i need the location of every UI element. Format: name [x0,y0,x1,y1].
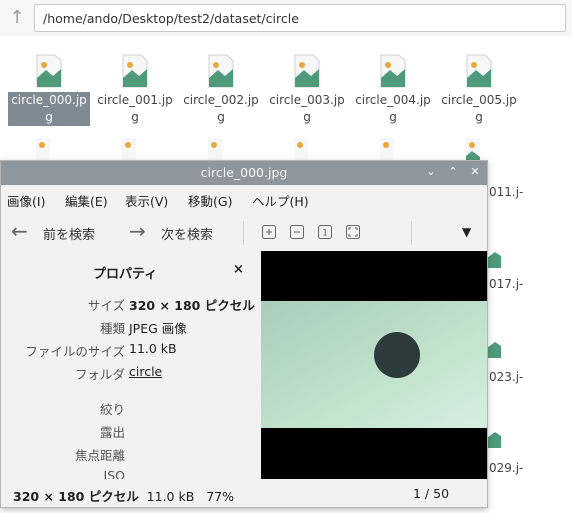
zoom-out-icon[interactable] [289,224,305,240]
prop-key: サイズ [87,298,125,313]
prop-key: 露出 [99,425,125,440]
toolbar-separator [411,221,412,245]
properties-panel: プロパティ × サイズ 320 × 180 ピクセル 種類 JPEG 画像 ファ… [1,251,261,479]
prop-key: 種類 [99,321,125,336]
image-file-icon [466,138,480,162]
file-name: circle_000.jpg [8,92,90,126]
close-icon[interactable]: ✕ [467,164,483,180]
file-item[interactable]: circle_002.jpg [178,44,262,124]
menu-image[interactable]: 画像(I) [7,191,45,210]
next-arrow-icon[interactable]: → [129,219,146,243]
status-zoom: 77% [206,489,235,504]
menu-edit[interactable]: 編集(E) [65,191,108,210]
image-file-icon [36,54,62,88]
path-input[interactable] [34,4,566,32]
status-info: 320 × 180 ピクセル 11.0 kB 77% [13,486,234,505]
close-properties-icon[interactable]: × [233,262,244,277]
file-name-partial: 011.j- [489,185,524,199]
file-name: circle_003.jpg [269,93,345,124]
minimize-icon[interactable]: ⌄ [423,164,439,180]
prop-key: 焦点距離 [74,448,125,463]
prop-value: 320 × 180 ピクセル [129,298,255,313]
image-file-icon [487,342,501,358]
prev-arrow-icon[interactable]: ← [11,219,28,243]
file-item[interactable]: circle_004.jpg [350,44,434,124]
prop-key: フォルダ [74,367,125,382]
toolbar-menu-icon[interactable]: ▼ [462,225,471,239]
title-bar[interactable]: circle_000.jpg ⌄ ⌃ ✕ [1,161,487,185]
image-file-icon [487,252,501,268]
image-file-icon [466,54,492,88]
menu-bar: 画像(I) 編集(E) 表示(V) 移動(G) ヘルプ(H) [1,185,487,213]
circle-shape [374,332,420,378]
prop-key: ファイルのサイズ [25,344,125,359]
file-name-partial: 023.j- [489,370,524,384]
file-name: circle_004.jpg [355,93,431,124]
next-button[interactable]: 次を検索 [161,224,213,243]
file-name: circle_001.jpg [97,93,173,124]
image-file-icon [294,54,320,88]
displayed-image [261,251,487,479]
image-file-icon [36,138,50,162]
image-file-icon [208,54,234,88]
prop-key: ISO [103,468,125,479]
file-item[interactable]: circle_000.jpg [6,44,90,126]
menu-view[interactable]: 表示(V) [125,191,168,210]
folder-link[interactable]: circle [129,364,162,379]
menu-help[interactable]: ヘルプ(H) [252,191,309,210]
file-item[interactable]: circle_005.jpg [436,44,520,124]
status-dimensions: 320 × 180 ピクセル [13,489,139,504]
prop-key: 絞り [99,402,125,417]
window-title: circle_000.jpg [200,165,288,180]
zoom-in-icon[interactable] [261,224,277,240]
image-file-icon [122,54,148,88]
prop-value: 11.0 kB [129,341,177,356]
image-canvas[interactable] [261,251,487,479]
toolbar-separator [243,221,244,245]
prop-value: JPEG 画像 [129,321,187,336]
zoom-fit-icon[interactable] [345,224,361,240]
file-name: circle_002.jpg [183,93,259,124]
prev-button[interactable]: 前を検索 [43,224,95,243]
location-bar: ↑ [0,0,572,36]
menu-go[interactable]: 移動(G) [188,191,232,210]
image-file-icon [380,54,406,88]
image-file-icon [294,138,308,162]
image-file-icon [122,138,136,162]
up-arrow-icon[interactable]: ↑ [6,8,28,30]
image-file-icon [487,432,501,448]
file-name: circle_005.jpg [441,93,517,124]
svg-text:1: 1 [322,229,328,239]
file-name-partial: 017.j- [489,277,524,291]
image-file-icon [208,138,222,162]
image-file-icon [380,138,394,162]
properties-title: プロパティ [93,267,158,282]
status-bar: 320 × 180 ピクセル 11.0 kB 77% 1 / 50 [1,479,487,507]
status-size: 11.0 kB [146,489,195,504]
maximize-icon[interactable]: ⌃ [445,164,461,180]
image-viewer-window: circle_000.jpg ⌄ ⌃ ✕ 画像(I) 編集(E) 表示(V) 移… [0,160,488,508]
status-position: 1 / 50 [413,486,450,501]
file-item[interactable]: circle_003.jpg [264,44,348,124]
zoom-original-icon[interactable]: 1 [317,224,333,240]
toolbar: ← 前を検索 → 次を検索 1 ▼ [1,213,487,251]
file-name-partial: 029.j- [489,461,524,475]
file-item[interactable]: circle_001.jpg [92,44,176,124]
